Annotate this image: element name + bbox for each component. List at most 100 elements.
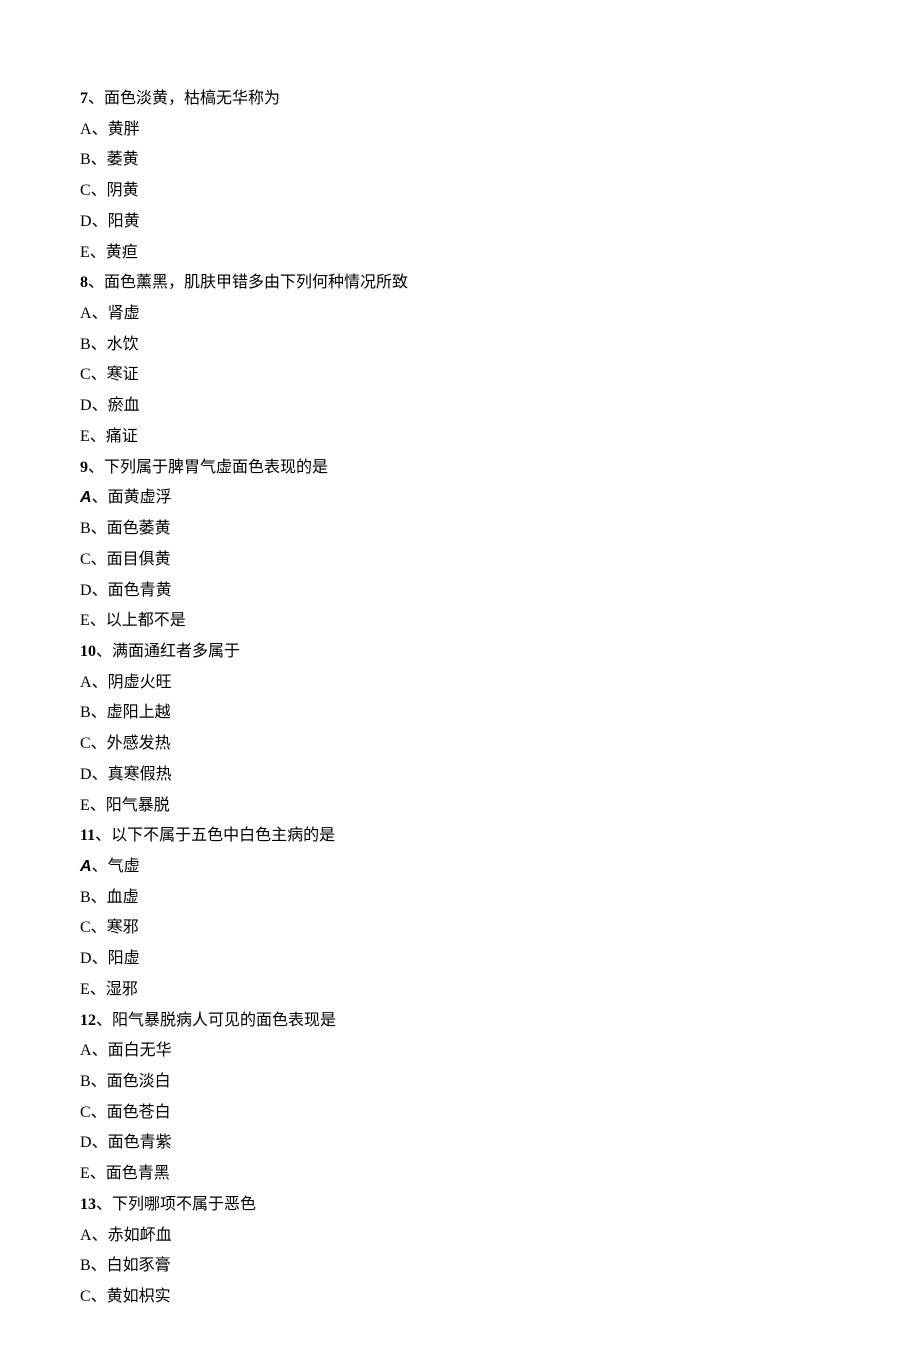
option-line: D、阳黄 bbox=[80, 207, 840, 238]
option-letter: C bbox=[80, 735, 91, 752]
option-text: 、虚阳上越 bbox=[91, 704, 171, 721]
option-line: B、面色淡白 bbox=[80, 1067, 840, 1098]
option-line: C、面目俱黄 bbox=[80, 545, 840, 576]
question-stem: 11、以下不属于五色中白色主病的是 bbox=[80, 821, 840, 852]
option-line: B、水饮 bbox=[80, 330, 840, 361]
option-line: A、气虚 bbox=[80, 852, 840, 883]
option-text: 、赤如衃血 bbox=[92, 1227, 172, 1244]
option-text: 、阳黄 bbox=[92, 213, 140, 230]
option-text: 、面色青紫 bbox=[92, 1134, 172, 1151]
option-letter: D bbox=[80, 766, 92, 783]
option-letter: A bbox=[80, 1042, 92, 1059]
option-letter: C bbox=[80, 366, 91, 383]
option-letter: E bbox=[80, 981, 90, 998]
question-stem: 7、面色淡黄，枯槁无华称为 bbox=[80, 84, 840, 115]
option-letter: D bbox=[80, 397, 92, 414]
option-text: 、肾虚 bbox=[92, 305, 140, 322]
option-letter: E bbox=[80, 612, 90, 629]
option-letter: B bbox=[80, 889, 91, 906]
option-line: A、阴虚火旺 bbox=[80, 668, 840, 699]
option-text: 、外感发热 bbox=[91, 735, 171, 752]
option-line: A、面黄虚浮 bbox=[80, 483, 840, 514]
option-text: 、阴虚火旺 bbox=[92, 674, 172, 691]
option-line: D、面色青黄 bbox=[80, 576, 840, 607]
question-text: 、面色薰黑，肌肤甲错多由下列何种情况所致 bbox=[88, 274, 408, 291]
option-letter: D bbox=[80, 950, 92, 967]
option-line: E、黄疸 bbox=[80, 238, 840, 269]
option-letter: E bbox=[80, 797, 90, 814]
option-line: B、白如豕膏 bbox=[80, 1251, 840, 1282]
option-letter: C bbox=[80, 182, 91, 199]
option-letter: B bbox=[80, 1073, 91, 1090]
option-letter: A bbox=[80, 305, 92, 322]
question-number: 8 bbox=[80, 274, 88, 291]
option-line: D、面色青紫 bbox=[80, 1128, 840, 1159]
question-stem: 9、下列属于脾胃气虚面色表现的是 bbox=[80, 453, 840, 484]
question-number: 13 bbox=[80, 1196, 96, 1213]
option-text: 、以上都不是 bbox=[90, 612, 186, 629]
option-line: A、赤如衃血 bbox=[80, 1221, 840, 1252]
option-letter: D bbox=[80, 213, 92, 230]
option-line: A、面白无华 bbox=[80, 1036, 840, 1067]
question-number: 12 bbox=[80, 1012, 96, 1029]
option-text: 、黄胖 bbox=[92, 121, 140, 138]
question-stem: 10、满面通红者多属于 bbox=[80, 637, 840, 668]
option-letter: C bbox=[80, 1104, 91, 1121]
option-letter: D bbox=[80, 582, 92, 599]
option-line: D、瘀血 bbox=[80, 391, 840, 422]
option-line: B、萎黄 bbox=[80, 145, 840, 176]
option-line: C、阴黄 bbox=[80, 176, 840, 207]
option-text: 、血虚 bbox=[91, 889, 139, 906]
option-line: E、以上都不是 bbox=[80, 606, 840, 637]
option-text: 、萎黄 bbox=[91, 151, 139, 168]
option-line: E、湿邪 bbox=[80, 975, 840, 1006]
option-letter: A bbox=[80, 1227, 92, 1244]
option-text: 、面目俱黄 bbox=[91, 551, 171, 568]
question-stem: 13、下列哪项不属于恶色 bbox=[80, 1190, 840, 1221]
question-stem: 12、阳气暴脱病人可见的面色表现是 bbox=[80, 1006, 840, 1037]
option-line: B、血虚 bbox=[80, 883, 840, 914]
option-line: D、阳虚 bbox=[80, 944, 840, 975]
option-line: C、面色苍白 bbox=[80, 1098, 840, 1129]
option-letter: A bbox=[80, 489, 92, 506]
question-stem: 8、面色薰黑，肌肤甲错多由下列何种情况所致 bbox=[80, 268, 840, 299]
question-text: 、满面通红者多属于 bbox=[96, 643, 240, 660]
option-text: 、瘀血 bbox=[92, 397, 140, 414]
option-text: 、黄疸 bbox=[90, 244, 138, 261]
option-text: 、面色青黑 bbox=[90, 1165, 170, 1182]
question-number: 11 bbox=[80, 827, 95, 844]
option-text: 、阳虚 bbox=[92, 950, 140, 967]
question-text: 、阳气暴脱病人可见的面色表现是 bbox=[96, 1012, 336, 1029]
option-text: 、白如豕膏 bbox=[91, 1257, 171, 1274]
option-text: 、面色淡白 bbox=[91, 1073, 171, 1090]
option-line: E、阳气暴脱 bbox=[80, 791, 840, 822]
option-text: 、水饮 bbox=[91, 336, 139, 353]
option-letter: B bbox=[80, 151, 91, 168]
question-text: 、下列属于脾胃气虚面色表现的是 bbox=[88, 459, 328, 476]
option-text: 、阴黄 bbox=[91, 182, 139, 199]
option-text: 、面色苍白 bbox=[91, 1104, 171, 1121]
option-letter: C bbox=[80, 1288, 91, 1305]
option-text: 、黄如枳实 bbox=[91, 1288, 171, 1305]
option-line: C、外感发热 bbox=[80, 729, 840, 760]
option-letter: B bbox=[80, 520, 91, 537]
option-text: 、面色青黄 bbox=[92, 582, 172, 599]
option-letter: A bbox=[80, 674, 92, 691]
question-number: 9 bbox=[80, 459, 88, 476]
option-letter: C bbox=[80, 551, 91, 568]
option-line: C、黄如枳实 bbox=[80, 1282, 840, 1313]
option-letter: E bbox=[80, 1165, 90, 1182]
option-line: A、肾虚 bbox=[80, 299, 840, 330]
option-text: 、寒邪 bbox=[91, 919, 139, 936]
option-text: 、面黄虚浮 bbox=[92, 489, 172, 506]
option-text: 、面白无华 bbox=[92, 1042, 172, 1059]
question-text: 、面色淡黄，枯槁无华称为 bbox=[88, 90, 280, 107]
option-text: 、湿邪 bbox=[90, 981, 138, 998]
option-line: C、寒邪 bbox=[80, 913, 840, 944]
option-text: 、痛证 bbox=[90, 428, 138, 445]
option-letter: B bbox=[80, 336, 91, 353]
option-letter: E bbox=[80, 244, 90, 261]
question-number: 7 bbox=[80, 90, 88, 107]
option-text: 、气虚 bbox=[92, 858, 140, 875]
option-line: B、虚阳上越 bbox=[80, 698, 840, 729]
